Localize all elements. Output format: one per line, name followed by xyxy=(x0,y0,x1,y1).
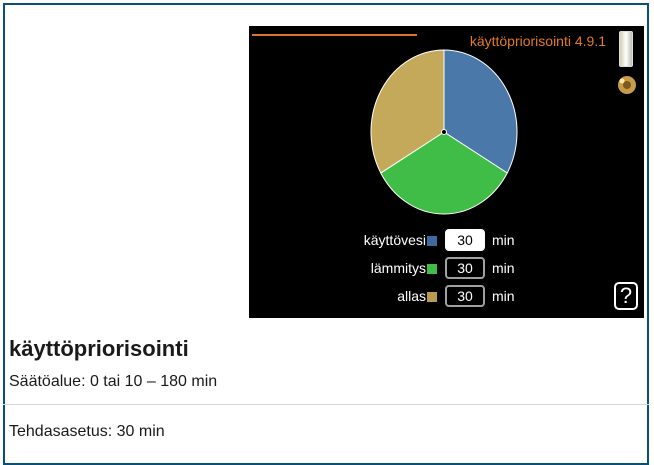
allas-value-field[interactable]: 30 xyxy=(445,285,485,307)
kayttovesi-value-field[interactable]: 30 xyxy=(445,229,485,251)
color-swatch xyxy=(427,292,437,302)
range-text: Säätöalue: 0 tai 10 – 180 min xyxy=(9,373,218,390)
thermometer-icon xyxy=(619,31,633,67)
row-label: lämmitys xyxy=(370,260,426,276)
priority-pie-chart xyxy=(370,49,518,215)
lammitys-value-field[interactable]: 30 xyxy=(445,257,485,279)
factory-setting-text: Tehdasasetus: 30 min xyxy=(9,423,165,440)
divider xyxy=(3,404,649,405)
row-allas[interactable]: allas 30 min xyxy=(249,285,644,309)
row-kayttovesi[interactable]: käyttövesi 30 min xyxy=(249,229,644,253)
color-swatch xyxy=(427,264,437,274)
title-underline xyxy=(252,34,417,36)
color-swatch xyxy=(427,236,437,246)
help-icon[interactable]: ? xyxy=(614,282,638,310)
unit-label: min xyxy=(492,288,515,304)
row-lammitys[interactable]: lämmitys 30 min xyxy=(249,257,644,281)
pie-center-dot xyxy=(441,129,447,135)
row-label: käyttövesi xyxy=(363,232,426,248)
row-label: allas xyxy=(397,288,426,304)
display-screen: käyttöpriorisointi 4.9.1 käyttövesi 30 m… xyxy=(249,26,644,318)
section-heading: käyttöpriorisointi xyxy=(9,336,189,361)
screen-title: käyttöpriorisointi 4.9.1 xyxy=(469,33,606,49)
unit-label: min xyxy=(492,232,515,248)
gear-icon[interactable] xyxy=(616,74,638,96)
unit-label: min xyxy=(492,260,515,276)
